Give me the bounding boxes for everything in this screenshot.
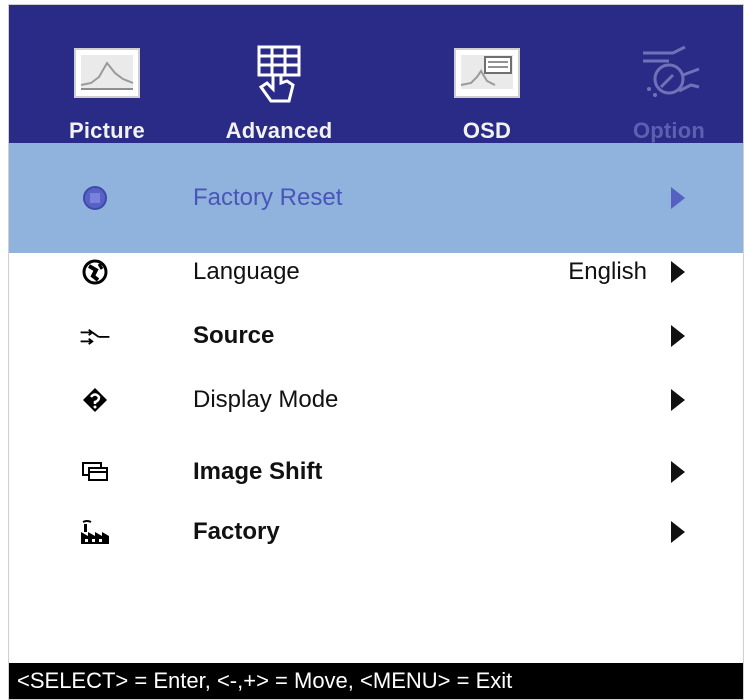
chevron-right-icon bbox=[671, 389, 685, 411]
display-mode-icon bbox=[77, 386, 113, 414]
menu-item-label: Factory bbox=[193, 518, 280, 545]
tab-label: Option bbox=[632, 118, 706, 143]
menu-item-value: English bbox=[568, 258, 647, 285]
menu-item-display-mode[interactable]: Display Mode bbox=[9, 369, 743, 431]
menu-item-label: Image Shift bbox=[193, 458, 323, 485]
chevron-right-icon bbox=[671, 187, 685, 209]
menu-item-factory-reset[interactable]: Factory Reset bbox=[9, 143, 743, 253]
tab-label: Advanced bbox=[225, 118, 333, 143]
chevron-right-icon bbox=[671, 325, 685, 347]
menu-item-image-shift[interactable]: Image Shift bbox=[9, 441, 743, 503]
tab-label: Picture bbox=[69, 118, 145, 143]
factory-icon bbox=[77, 518, 113, 546]
osd-icon bbox=[454, 48, 520, 98]
tab-picture[interactable]: Picture bbox=[37, 5, 177, 143]
advanced-icon bbox=[257, 45, 301, 103]
menu-item-label: Source bbox=[193, 322, 275, 349]
factory-reset-icon bbox=[77, 184, 113, 212]
chevron-right-icon bbox=[671, 521, 685, 543]
menu-item-source[interactable]: Source bbox=[9, 305, 743, 367]
chevron-right-icon bbox=[671, 261, 685, 283]
source-icon bbox=[77, 322, 113, 350]
language-icon bbox=[77, 258, 113, 286]
menu-item-label: Display Mode bbox=[193, 386, 339, 413]
menu-item-factory[interactable]: Factory bbox=[9, 501, 743, 563]
key-hint-bar: <SELECT> = Enter, <-,+> = Move, <MENU> =… bbox=[9, 663, 743, 699]
tab-option[interactable]: Option bbox=[599, 5, 739, 143]
tab-osd[interactable]: OSD bbox=[417, 5, 557, 143]
menu-item-label: Language bbox=[193, 258, 300, 285]
tab-bar: Picture Advanced OSD Option bbox=[9, 5, 743, 143]
osd-menu: Picture Advanced OSD Option Factory Rese… bbox=[8, 4, 744, 700]
tab-advanced[interactable]: Advanced bbox=[209, 5, 349, 143]
menu-item-language[interactable]: Language English bbox=[9, 241, 743, 303]
chevron-right-icon bbox=[671, 461, 685, 483]
menu-item-label: Factory Reset bbox=[193, 184, 343, 211]
picture-icon bbox=[74, 48, 140, 98]
option-icon bbox=[643, 45, 700, 97]
tab-label: OSD bbox=[462, 118, 512, 143]
image-shift-icon bbox=[77, 458, 113, 486]
